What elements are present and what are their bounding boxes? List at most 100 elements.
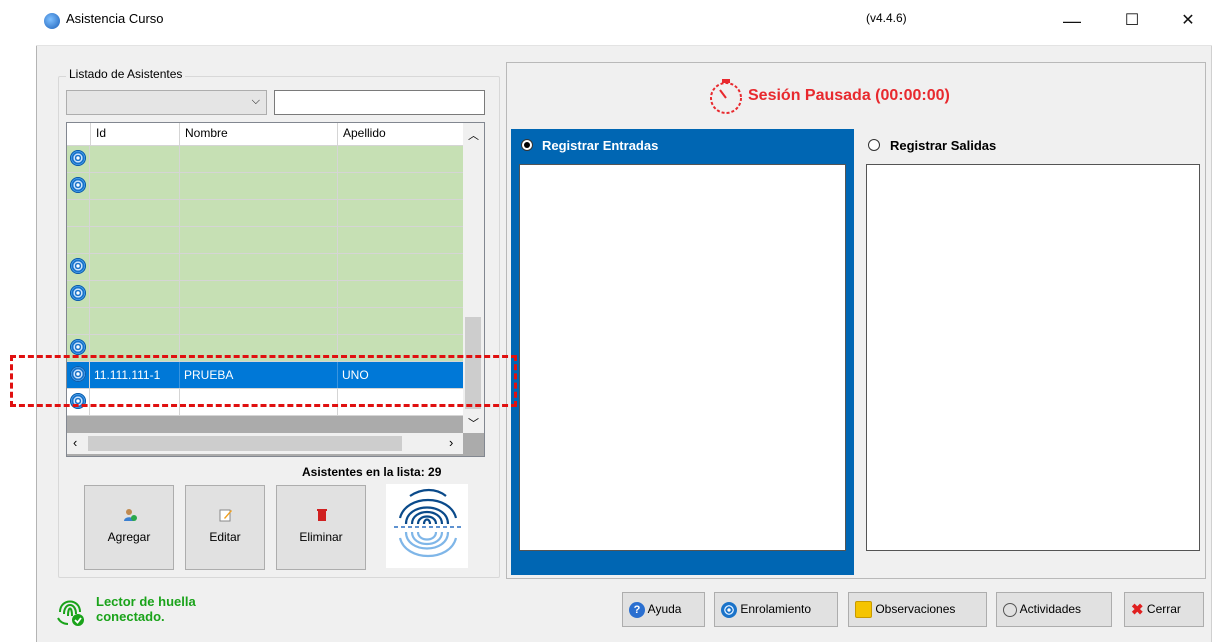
fingerprint-icon xyxy=(70,177,86,193)
row-header[interactable] xyxy=(67,146,90,172)
table-row[interactable] xyxy=(67,200,463,227)
attendees-count: Asistentes en la lista: 29 xyxy=(302,465,442,479)
cell-id[interactable] xyxy=(90,146,179,172)
table-row[interactable] xyxy=(67,227,463,254)
exits-radio[interactable] xyxy=(868,139,880,151)
fingerprint-icon xyxy=(70,339,86,355)
fingerprint-icon xyxy=(70,150,86,166)
horizontal-scroll-thumb[interactable] xyxy=(88,436,402,451)
cell-apellido[interactable] xyxy=(337,254,463,280)
cell-nombre[interactable] xyxy=(179,173,337,199)
horizontal-scrollbar[interactable]: ‹ › xyxy=(67,433,463,454)
row-header[interactable] xyxy=(67,227,90,253)
cell-apellido[interactable] xyxy=(337,227,463,253)
column-header-id[interactable]: Id xyxy=(90,123,179,145)
fingerprint-icon xyxy=(70,285,86,301)
edit-button[interactable]: Editar xyxy=(185,485,265,570)
fingerprint-icon xyxy=(70,258,86,274)
maximize-button[interactable]: ☐ xyxy=(1110,4,1154,38)
fingerprint-scan-image xyxy=(386,484,468,568)
close-x-icon: ✖ xyxy=(1131,601,1144,619)
cell-nombre[interactable] xyxy=(179,281,337,307)
observations-button-label: Observaciones xyxy=(875,602,956,616)
edit-button-label: Editar xyxy=(209,530,241,544)
selection-highlight-box xyxy=(10,355,517,407)
attendees-group-label: Listado de Asistentes xyxy=(66,67,186,81)
cell-id[interactable] xyxy=(90,227,179,253)
chevron-down-icon: ⌵ xyxy=(251,95,260,107)
delete-button[interactable]: Eliminar xyxy=(276,485,366,570)
entries-radio[interactable] xyxy=(521,139,533,151)
cell-nombre[interactable] xyxy=(179,227,337,253)
fingerprint-icon xyxy=(721,601,737,618)
close-button[interactable]: ✖ Cerrar xyxy=(1124,592,1204,627)
close-window-button[interactable]: ✕ xyxy=(1166,4,1210,38)
cell-nombre[interactable] xyxy=(179,308,337,334)
note-icon xyxy=(855,601,872,619)
enroll-button[interactable]: Enrolamiento xyxy=(714,592,838,627)
entries-label[interactable]: Registrar Entradas xyxy=(542,138,658,153)
table-row[interactable] xyxy=(67,254,463,281)
row-header[interactable] xyxy=(67,254,90,280)
reader-status-line2: conectado. xyxy=(96,609,165,624)
add-button[interactable]: Agregar xyxy=(84,485,174,570)
exits-label[interactable]: Registrar Salidas xyxy=(890,138,996,153)
exits-list[interactable] xyxy=(866,164,1200,551)
add-button-label: Agregar xyxy=(107,530,151,544)
help-button[interactable]: ? Ayuda xyxy=(622,592,705,627)
grid-header: Id Nombre Apellido xyxy=(67,123,463,146)
activities-button[interactable]: Actividades xyxy=(996,592,1112,627)
activities-button-label: Actividades xyxy=(1019,602,1082,616)
column-header-apellido[interactable]: Apellido xyxy=(337,123,463,145)
cell-nombre[interactable] xyxy=(179,146,337,172)
window-title: Asistencia Curso xyxy=(66,11,164,26)
scroll-left-icon: ‹ xyxy=(73,435,78,450)
row-header[interactable] xyxy=(67,200,90,226)
minimize-button[interactable]: — xyxy=(1050,4,1094,38)
reader-status-line1: Lector de huella xyxy=(96,594,196,609)
fingerprint-reader-icon xyxy=(54,592,88,628)
table-row[interactable] xyxy=(67,173,463,200)
cell-id[interactable] xyxy=(90,254,179,280)
add-user-icon xyxy=(123,508,137,522)
scroll-down-icon: ﹀ xyxy=(468,418,479,430)
cell-id[interactable] xyxy=(90,200,179,226)
cell-apellido[interactable] xyxy=(337,200,463,226)
cell-id[interactable] xyxy=(90,308,179,334)
table-row[interactable] xyxy=(67,308,463,335)
observations-button[interactable]: Observaciones xyxy=(848,592,987,627)
entries-radio-dot xyxy=(524,142,530,148)
delete-button-label: Eliminar xyxy=(299,530,343,544)
column-header-nombre[interactable]: Nombre xyxy=(179,123,337,145)
help-icon: ? xyxy=(629,601,645,618)
row-header[interactable] xyxy=(67,308,90,334)
enroll-button-label: Enrolamiento xyxy=(740,602,812,616)
session-status: Sesión Pausada (00:00:00) xyxy=(748,87,950,104)
scroll-up-icon: ︿ xyxy=(468,130,479,142)
cell-id[interactable] xyxy=(90,173,179,199)
cell-nombre[interactable] xyxy=(179,200,337,226)
filter-combo[interactable]: ⌵ xyxy=(66,90,267,115)
cell-id[interactable] xyxy=(90,281,179,307)
cell-apellido[interactable] xyxy=(337,308,463,334)
row-header[interactable] xyxy=(67,281,90,307)
entries-list[interactable] xyxy=(519,164,846,551)
help-button-label: Ayuda xyxy=(647,602,682,616)
app-version: (v4.4.6) xyxy=(866,11,907,25)
cell-nombre[interactable] xyxy=(179,254,337,280)
close-button-label: Cerrar xyxy=(1146,602,1181,616)
trash-icon xyxy=(315,508,329,522)
scroll-right-icon: › xyxy=(449,435,454,450)
clock-icon xyxy=(1003,602,1017,617)
table-row[interactable] xyxy=(67,146,463,173)
edit-icon xyxy=(219,508,233,522)
cell-apellido[interactable] xyxy=(337,173,463,199)
cell-apellido[interactable] xyxy=(337,281,463,307)
table-row[interactable] xyxy=(67,281,463,308)
app-globe-icon xyxy=(44,13,60,29)
row-header[interactable] xyxy=(67,173,90,199)
cell-apellido[interactable] xyxy=(337,146,463,172)
search-input[interactable] xyxy=(274,90,485,115)
stopwatch-icon xyxy=(706,76,746,116)
title-bar: Asistencia Curso (v4.4.6) — ☐ ✕ xyxy=(36,0,1212,46)
